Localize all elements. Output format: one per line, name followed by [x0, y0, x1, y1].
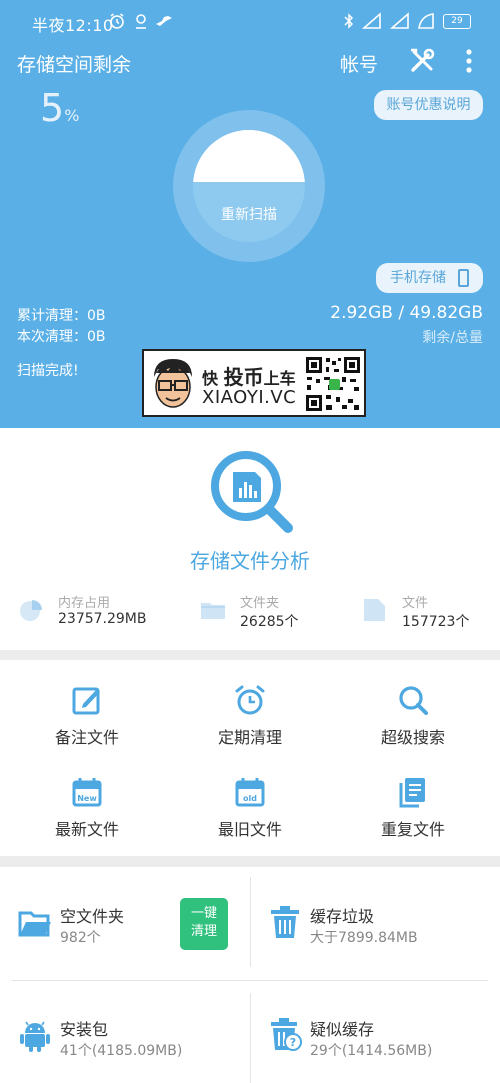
bluetooth-icon	[344, 13, 354, 29]
percent-value: 5	[40, 86, 65, 130]
folder-open-icon	[18, 911, 51, 937]
more-menu-icon[interactable]	[462, 48, 476, 74]
cumulative-clean: 累计清理：0B	[17, 308, 106, 324]
card-subtitle: 982个	[60, 930, 101, 946]
current-clean: 本次清理：0B	[17, 329, 106, 345]
tool-duplicate-files[interactable]: 重复文件	[330, 766, 496, 856]
carrier-icon	[156, 16, 172, 26]
svg-text:?: ?	[290, 1036, 296, 1049]
signal-icon-2	[390, 12, 409, 29]
card-subtitle: 41个(4185.09MB)	[60, 1043, 183, 1059]
tool-label: 重复文件	[380, 820, 445, 839]
phone-icon	[458, 269, 469, 287]
metric-label: 文件夹	[240, 596, 280, 611]
status-time: 半夜12:10	[32, 16, 114, 35]
rescan-button[interactable]: 重新扫描	[193, 130, 305, 242]
calendar-badge: old	[243, 794, 257, 803]
one-click-clean-button[interactable]: 一键 清理	[180, 898, 228, 950]
battery-indicator: 29	[443, 14, 471, 29]
clean-button-label: 一键 清理	[190, 906, 217, 939]
storage-fill-wave	[193, 130, 305, 182]
card-title: 空文件夹	[60, 907, 125, 926]
analysis-title: 存储文件分析	[190, 549, 310, 573]
duplicate-files-icon	[399, 778, 425, 808]
watermark-logo: 快 投币上车 XIAOYI.VC	[142, 349, 366, 417]
folder-icon	[201, 603, 225, 619]
calendar-badge: New	[77, 794, 97, 803]
tool-note-files[interactable]: 备注文件	[4, 674, 170, 764]
trash-question-icon: ?	[271, 1018, 302, 1051]
cartoon-face-icon	[154, 359, 192, 408]
scan-status: 扫描完成!	[17, 363, 79, 379]
metric-value: 26285个	[240, 614, 299, 630]
remaining-percent: 5%	[40, 86, 79, 130]
metric-value: 157723个	[402, 614, 470, 630]
file-search-icon	[211, 451, 293, 533]
card-title: 安装包	[60, 1020, 109, 1039]
tool-oldest-files[interactable]: old 最旧文件	[167, 766, 333, 856]
edit-note-icon	[72, 687, 100, 715]
card-title: 疑似缓存	[310, 1020, 375, 1039]
alarm-clock-icon	[235, 685, 265, 715]
signal-icon	[362, 12, 381, 29]
watermark-line-1: 快 投币上车	[202, 365, 296, 389]
metric-label: 文件	[402, 596, 429, 611]
tool-label: 最新文件	[54, 820, 119, 839]
phone-storage-button[interactable]: 手机存储	[376, 263, 483, 293]
metric-memory: 内存占用 23757.29MB	[18, 592, 178, 632]
storage-label: 剩余/总量	[422, 330, 483, 346]
metric-value: 23757.29MB	[58, 611, 147, 627]
tool-label: 最旧文件	[217, 820, 282, 839]
tools-icon[interactable]	[408, 47, 436, 75]
tool-newest-files[interactable]: New 最新文件	[4, 766, 170, 856]
divider	[12, 980, 488, 981]
tools-grid: 备注文件 定期清理 超级搜索 New 最新文件 old 最旧文件 重复文件	[0, 660, 500, 856]
percent-sign: %	[64, 106, 80, 125]
qr-code-icon	[304, 355, 362, 413]
page-title: 存储空间剩余	[17, 54, 132, 76]
status-bar: 半夜12:10 29	[0, 0, 500, 44]
card-subtitle: 大于7899.84MB	[310, 930, 418, 946]
card-suspected-cache[interactable]: ? 疑似缓存 29个(1414.56MB)	[250, 983, 500, 1083]
metric-files: 文件 157723个	[362, 592, 492, 632]
location-icon	[136, 14, 146, 29]
card-subtitle: 29个(1414.56MB)	[310, 1043, 433, 1059]
calendar-old-icon: old	[235, 778, 265, 807]
alarm-icon	[110, 13, 124, 29]
cleanup-cards: 空文件夹 982个 一键 清理 缓存垃圾 大于7899.84MB 安装包 41个…	[0, 867, 500, 1083]
tool-scheduled-clean[interactable]: 定期清理	[167, 674, 333, 764]
account-button[interactable]: 帐号	[340, 50, 378, 77]
account-promo-button[interactable]: 账号优惠说明	[374, 90, 483, 120]
card-empty-folders[interactable]: 空文件夹 982个 一键 清理	[0, 867, 250, 975]
rescan-label: 重新扫描	[221, 207, 277, 223]
file-icon	[364, 599, 385, 621]
calendar-new-icon: New	[72, 778, 102, 807]
card-title: 缓存垃圾	[310, 907, 375, 926]
card-apk-packages[interactable]: 安装包 41个(4185.09MB)	[0, 983, 250, 1083]
android-icon	[20, 1021, 50, 1052]
storage-value: 2.92GB / 49.82GB	[330, 303, 483, 323]
trash-icon	[271, 906, 299, 938]
phone-storage-label: 手机存储	[390, 270, 446, 286]
search-icon	[399, 686, 428, 715]
storage-analysis-card[interactable]: 存储文件分析 内存占用 23757.29MB 文件夹 26285个 文件 157…	[0, 428, 500, 650]
wifi-icon	[418, 13, 434, 29]
pie-chart-icon	[20, 600, 42, 621]
watermark-line-2: XIAOYI.VC	[202, 387, 297, 408]
tool-label: 定期清理	[217, 728, 282, 747]
metric-label: 内存占用	[58, 596, 111, 611]
metric-folders: 文件夹 26285个	[200, 592, 340, 632]
tool-label: 超级搜索	[380, 728, 445, 747]
tool-label: 备注文件	[54, 728, 119, 747]
card-cache-junk[interactable]: 缓存垃圾 大于7899.84MB	[250, 867, 500, 975]
tool-super-search[interactable]: 超级搜索	[330, 674, 496, 764]
